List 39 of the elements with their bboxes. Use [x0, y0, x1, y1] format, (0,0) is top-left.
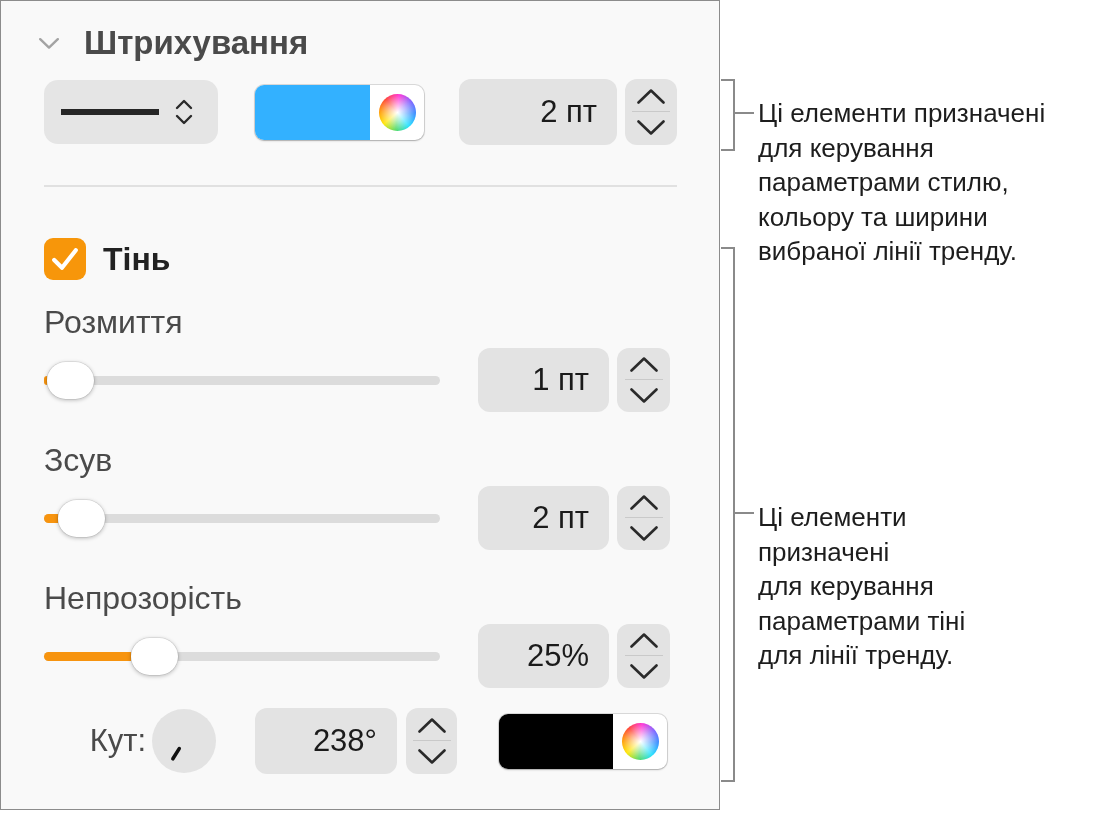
chevron-up-icon[interactable] — [417, 718, 446, 733]
color-well[interactable] — [255, 84, 424, 140]
slider-thumb[interactable] — [57, 499, 105, 537]
slider-label: Розмиття — [44, 304, 183, 340]
chevron-down-icon[interactable] — [629, 388, 658, 403]
slider-label: Непрозорість — [44, 580, 242, 616]
checkbox-label: Тінь — [103, 240, 171, 278]
color-wheel-icon[interactable] — [622, 722, 659, 760]
stepper[interactable] — [625, 79, 677, 145]
chevron-down-icon[interactable] — [637, 120, 665, 135]
chevron-up-icon[interactable] — [629, 633, 658, 648]
stepper[interactable] — [617, 624, 670, 688]
stepper[interactable] — [617, 348, 670, 412]
chevron-up-icon[interactable] — [637, 89, 665, 104]
number-field[interactable]: 1 пт — [478, 348, 609, 412]
slider-thumb[interactable] — [131, 637, 179, 675]
number-field[interactable]: 25% — [478, 624, 609, 688]
number-field[interactable]: 2 пт — [478, 486, 609, 550]
chevron-up-icon[interactable] — [629, 357, 658, 372]
callout-text: Ці елементи призначені для керування параметрами стилю, кольору та ширини вибраної лінії тренду. — [758, 97, 1046, 268]
angle-label: Кут: — [89, 723, 146, 759]
slider-label: Зсув — [44, 442, 113, 478]
stepper[interactable] — [617, 486, 670, 550]
callout-text: Ці елементи призначені для керування параметрами тіні для лінії тренду. — [758, 501, 966, 672]
up-down-chevron-icon — [175, 99, 193, 125]
chevron-down-icon[interactable] — [629, 526, 658, 541]
chevron-down-icon[interactable] — [629, 664, 658, 679]
section-title: Штрихування — [84, 24, 309, 62]
number-field[interactable]: 2 пт — [459, 79, 617, 145]
number-field[interactable]: 238° — [255, 708, 397, 774]
color-wheel-icon[interactable] — [379, 93, 416, 131]
slider-thumb[interactable] — [47, 361, 95, 399]
checkbox[interactable] — [44, 238, 86, 280]
color-well[interactable] — [499, 713, 667, 769]
line-style-popup[interactable] — [44, 80, 218, 144]
chevron-up-icon[interactable] — [629, 495, 658, 510]
checkmark-icon — [52, 248, 78, 270]
stepper[interactable] — [406, 708, 457, 774]
chevron-down-icon[interactable] — [417, 749, 446, 764]
